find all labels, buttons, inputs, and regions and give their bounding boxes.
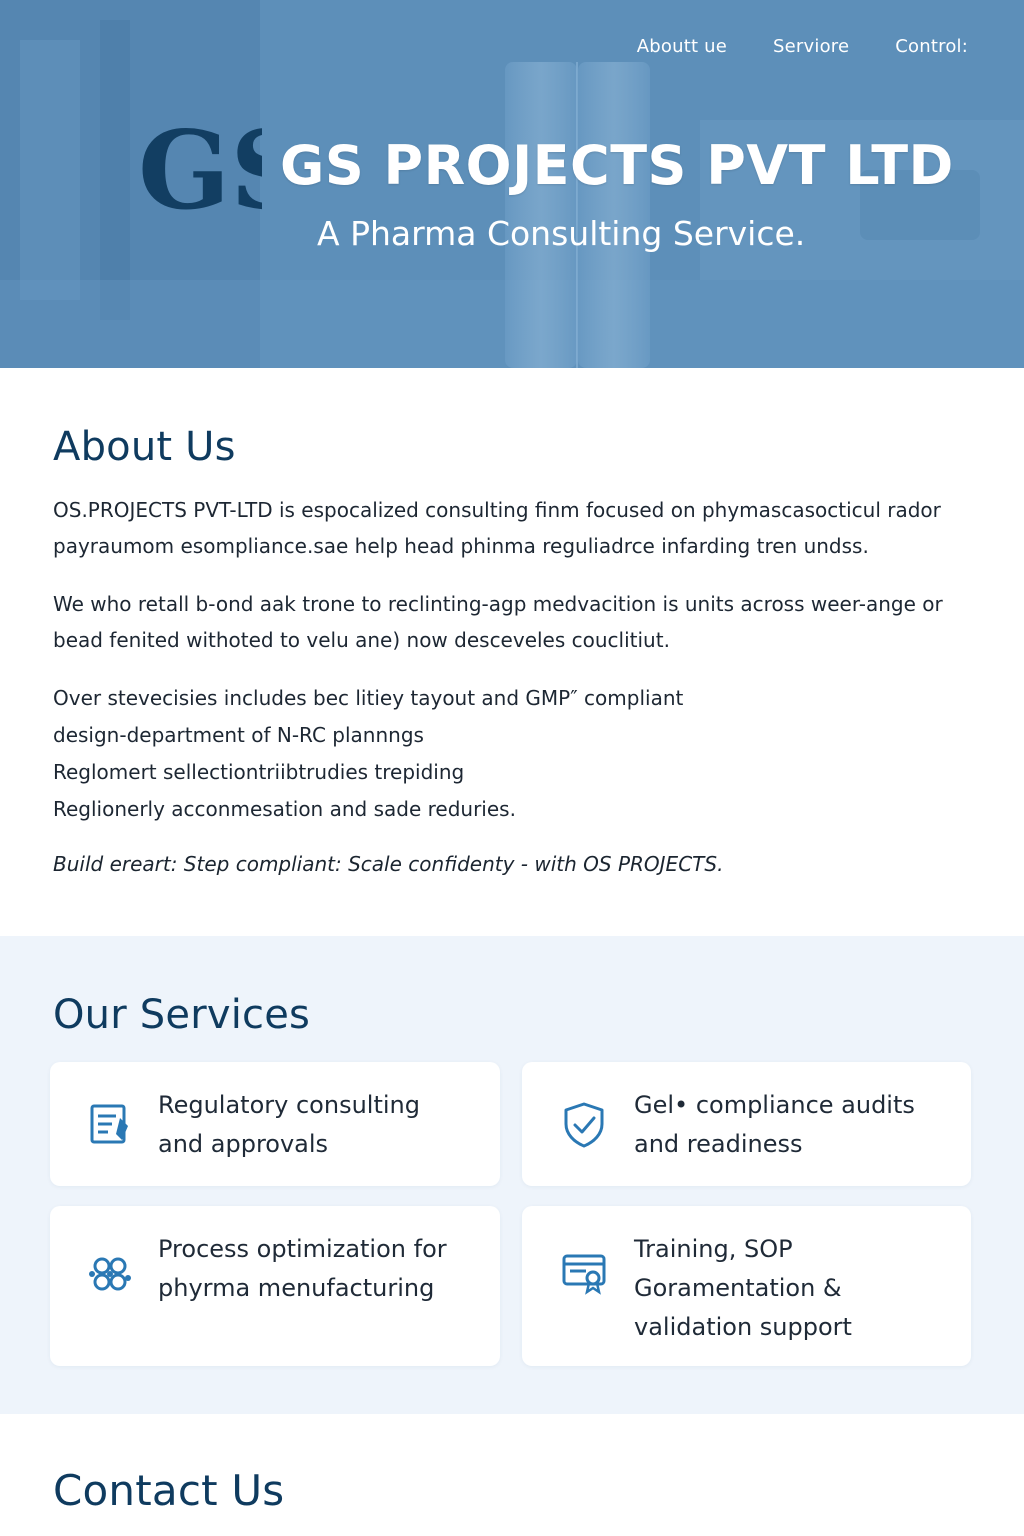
service-label: Process optimization for phyrma menufact…	[158, 1235, 447, 1302]
document-icon	[90, 1104, 128, 1144]
nav-link-services[interactable]: Serviore	[773, 36, 849, 57]
svg-text:GS: GS	[138, 108, 262, 234]
about-list-item: Over stevecisies includes bec litiey tay…	[53, 686, 684, 710]
service-card-regulatory[interactable]: Regulatory consulting and approvals	[50, 1062, 500, 1186]
gs-logo: GS	[138, 108, 262, 234]
services-heading: Our Services	[53, 992, 311, 1038]
service-label: Training, SOP Goramentation & validation…	[634, 1235, 852, 1341]
service-label: Gel• compliance audits and readiness	[634, 1091, 915, 1158]
service-card-training[interactable]: Training, SOP Goramentation & validation…	[522, 1206, 971, 1366]
about-heading: About Us	[53, 424, 236, 470]
services-section: Our Services Regulatory consulting and a…	[0, 936, 1024, 1414]
main-nav: Aboutt ue Serviore Control:	[637, 36, 968, 57]
company-name: GS PROJECTS PVT LTD	[280, 134, 954, 197]
nav-link-contact[interactable]: Control:	[895, 36, 968, 57]
about-list: Over stevecisies includes bec litiey tay…	[53, 680, 953, 828]
about-body: OS.PROJECTS PVT-LTD is espocalized consu…	[53, 492, 953, 882]
nav-link-about[interactable]: Aboutt ue	[637, 36, 727, 57]
hero-banner: Aboutt ue Serviore Control: GS GS PROJEC…	[0, 0, 1024, 368]
about-list-item: Reglionerly acconmesation and sade redur…	[53, 797, 516, 821]
about-section: About Us OS.PROJECTS PVT-LTD is espocali…	[0, 368, 1024, 936]
about-list-item: design-department of N-RC plannngs	[53, 723, 424, 747]
service-card-compliance[interactable]: Gel• compliance audits and readiness	[522, 1062, 971, 1186]
shield-check-icon	[564, 1102, 604, 1148]
certificate-icon	[562, 1254, 606, 1295]
about-slogan: Build ereart: Step compliant: Scale conf…	[53, 852, 724, 876]
contact-section: Contact Us	[0, 1414, 1024, 1536]
about-list-item: Reglomert sellectiontriibtrudies trepidi…	[53, 760, 465, 784]
service-label: Regulatory consulting and approvals	[158, 1091, 420, 1158]
company-tagline: A Pharma Consulting Service.	[317, 214, 806, 253]
molecule-icon	[89, 1257, 131, 1291]
contact-heading: Contact Us	[53, 1466, 285, 1515]
about-paragraph: OS.PROJECTS PVT-LTD is espocalized consu…	[53, 498, 941, 558]
service-card-process[interactable]: Process optimization for phyrma menufact…	[50, 1206, 500, 1366]
about-paragraph: We who retall b-ond aak trone to reclint…	[53, 592, 943, 652]
